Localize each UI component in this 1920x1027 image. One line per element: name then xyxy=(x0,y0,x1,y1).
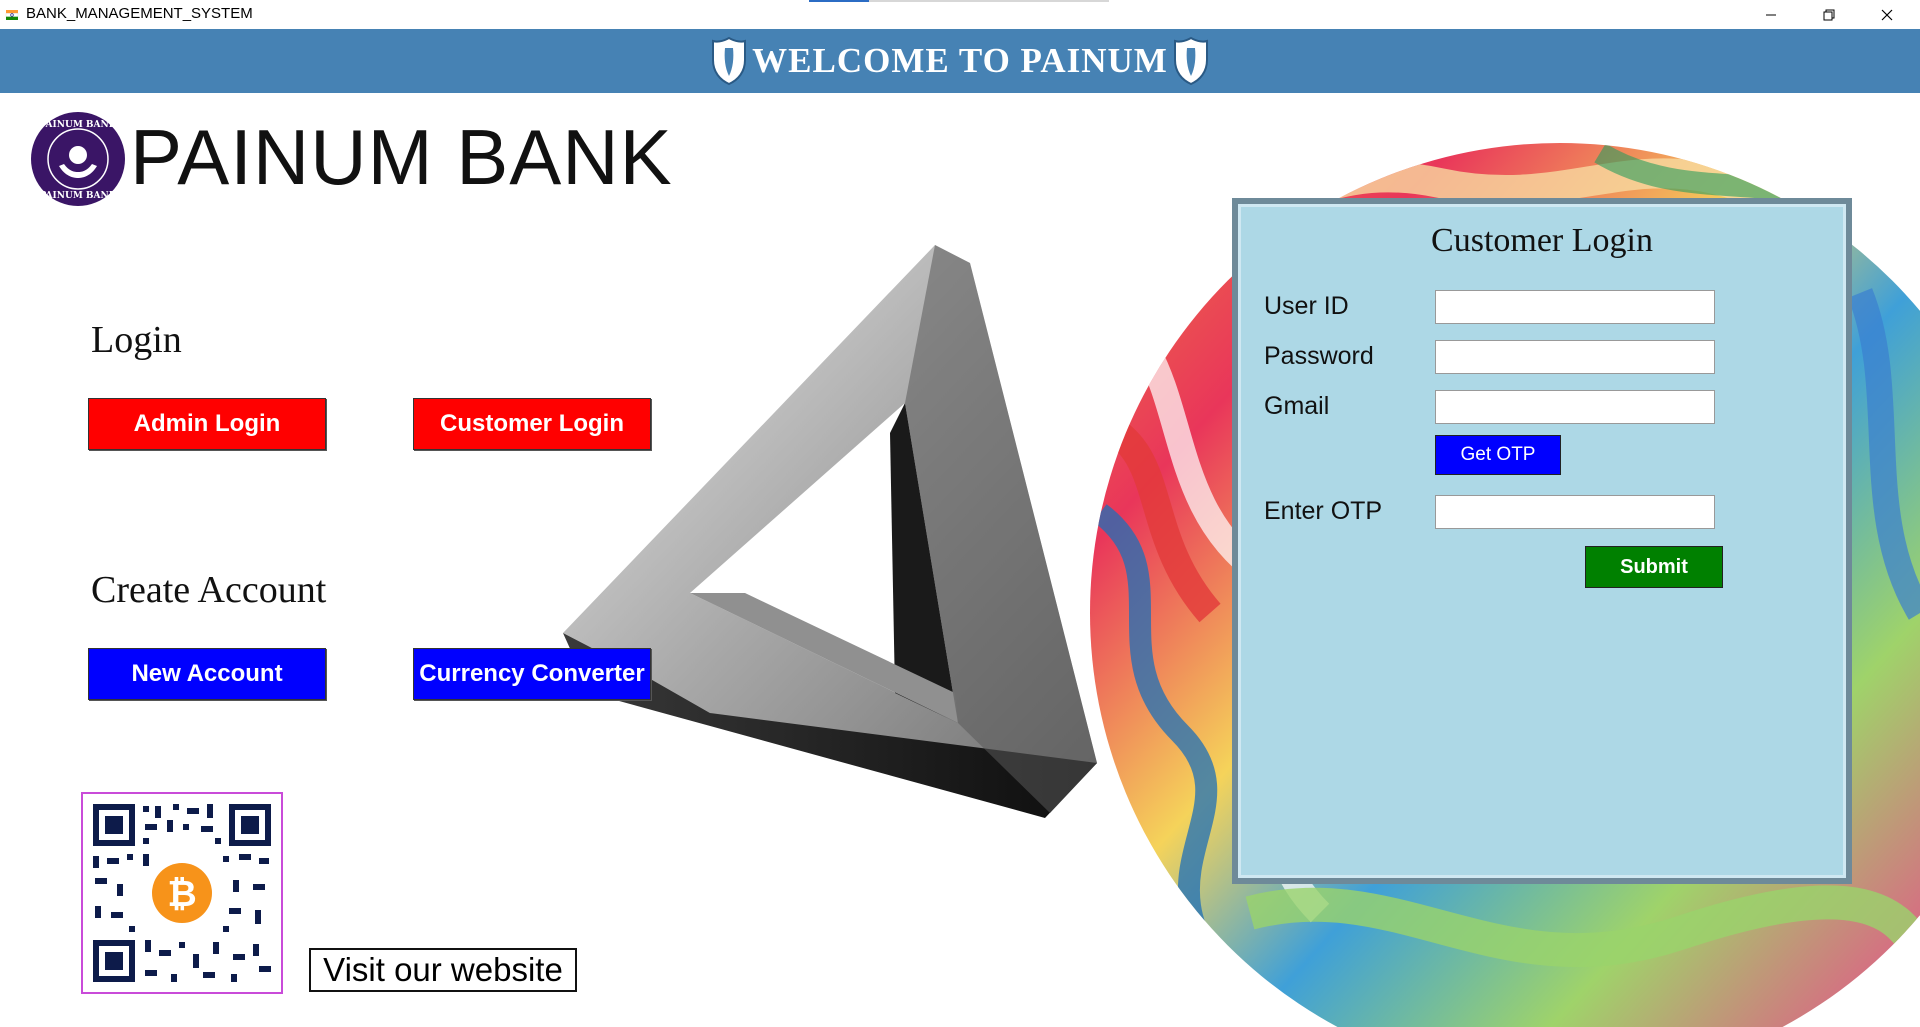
shield-icon xyxy=(1173,36,1208,86)
gmail-label: Gmail xyxy=(1264,392,1330,420)
password-input[interactable] xyxy=(1435,340,1715,374)
banner-title: WELCOME TO PAINUM xyxy=(752,41,1168,80)
minimize-icon xyxy=(1766,14,1776,15)
create-account-heading: Create Account xyxy=(91,569,327,611)
enter-otp-label: Enter OTP xyxy=(1264,497,1383,525)
svg-text:PAINUM BANK: PAINUM BANK xyxy=(39,120,117,130)
customer-login-button[interactable]: Customer Login xyxy=(413,398,651,450)
restore-icon xyxy=(1823,9,1835,20)
bank-name: PAINUM BANK xyxy=(130,113,673,201)
visit-website-link[interactable]: Visit our website xyxy=(309,948,577,992)
new-account-button[interactable]: New Account xyxy=(88,648,326,700)
currency-converter-button[interactable]: Currency Converter xyxy=(413,648,651,700)
app-flag-icon xyxy=(5,10,19,20)
shield-icon xyxy=(712,36,747,86)
svg-text:PAINUM BANK: PAINUM BANK xyxy=(39,191,117,201)
window-title: BANK_MANAGEMENT_SYSTEM xyxy=(26,5,253,22)
close-button[interactable] xyxy=(1858,0,1916,29)
password-label: Password xyxy=(1264,342,1374,370)
get-otp-button[interactable]: Get OTP xyxy=(1435,435,1561,475)
login-heading: Login xyxy=(91,319,182,361)
window-titlebar: BANK_MANAGEMENT_SYSTEM xyxy=(0,0,1920,29)
submit-button[interactable]: Submit xyxy=(1585,546,1723,588)
customer-login-panel: Customer Login User ID Password Gmail Ge… xyxy=(1232,198,1852,884)
svg-text:₿: ₿ xyxy=(167,874,196,915)
minimize-button[interactable] xyxy=(1742,0,1800,29)
user-id-label: User ID xyxy=(1264,292,1349,320)
restore-button[interactable] xyxy=(1800,0,1858,29)
close-icon xyxy=(1881,9,1893,20)
impossible-triangle xyxy=(563,245,1097,818)
titlebar-progress-line xyxy=(809,0,1109,2)
welcome-banner: WELCOME TO PAINUM xyxy=(0,29,1920,93)
qr-code-frame[interactable]: ₿ xyxy=(81,792,283,994)
bitcoin-qr-icon: ₿ xyxy=(83,794,281,992)
admin-login-button[interactable]: Admin Login xyxy=(88,398,326,450)
customer-login-title: Customer Login xyxy=(1431,222,1653,259)
otp-input[interactable] xyxy=(1435,495,1715,529)
bank-seal-icon: PAINUM BANK PAINUM BANK xyxy=(31,112,125,206)
gmail-input[interactable] xyxy=(1435,390,1715,424)
user-id-input[interactable] xyxy=(1435,290,1715,324)
